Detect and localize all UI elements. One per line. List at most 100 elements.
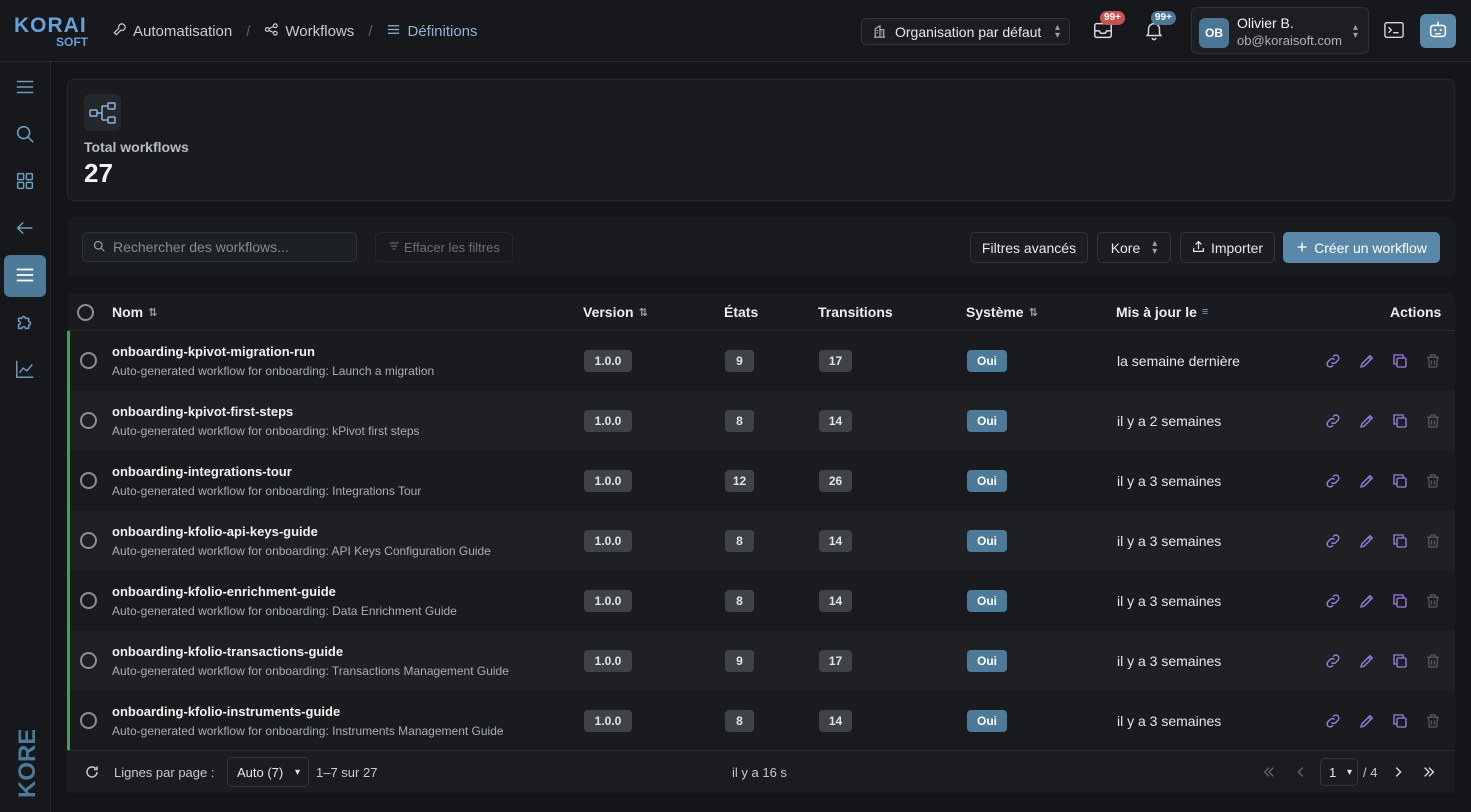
page-select[interactable]: 1 ▾ [1320,758,1358,786]
breadcrumb-workflows[interactable]: Workflows [264,22,354,41]
source-filter-select[interactable]: Kore ▴ ▾ [1097,232,1171,263]
duplicate-icon[interactable] [1390,351,1410,371]
delete-icon[interactable] [1423,411,1443,431]
advanced-filters-button[interactable]: Filtres avancés [970,232,1088,263]
organization-select[interactable]: Organisation par défaut ▴ ▾ [861,18,1070,45]
link-icon[interactable] [1323,711,1343,731]
updated-at: il y a 3 semaines [1117,593,1222,609]
sidebar-item-integrations[interactable] [4,302,46,344]
link-icon[interactable] [1323,531,1343,551]
row-checkbox[interactable] [80,352,97,369]
clear-filters-button[interactable]: Effacer les filtres [375,232,513,262]
sidebar-item-analytics[interactable] [4,349,46,391]
edit-icon[interactable] [1357,351,1377,371]
select-all-checkbox[interactable] [77,304,94,321]
link-icon[interactable] [1323,411,1343,431]
table-row[interactable]: onboarding-kfolio-api-keys-guide Auto-gen… [67,511,1455,571]
delete-icon[interactable] [1423,591,1443,611]
chevron-down-icon: ▾ [1346,767,1352,778]
row-checkbox[interactable] [80,592,97,609]
workflow-name[interactable]: onboarding-kpivot-first-steps [112,404,293,419]
workflow-name[interactable]: onboarding-kpivot-migration-run [112,344,315,359]
import-button[interactable]: Importer [1180,232,1275,263]
logo[interactable]: KORAI SOFT [14,14,94,50]
sidebar-item-collapse[interactable] [4,208,46,250]
column-updated[interactable]: Mis à jour le ≡ [1116,304,1208,320]
workflow-name[interactable]: onboarding-integrations-tour [112,464,292,479]
workflow-name[interactable]: onboarding-kfolio-api-keys-guide [112,524,318,539]
total-pages: / 4 [1363,765,1378,780]
first-page-icon [1263,767,1274,777]
inbox-button[interactable]: 99+ [1090,11,1125,44]
edit-icon[interactable] [1357,411,1377,431]
updated-at: il y a 3 semaines [1117,713,1222,729]
system-badge: Oui [967,530,1007,552]
sort-icon: ⇅ [638,306,648,319]
edit-icon[interactable] [1357,531,1377,551]
link-icon[interactable] [1323,351,1343,371]
row-checkbox[interactable] [80,412,97,429]
table-row[interactable]: onboarding-kfolio-enrichment-guide Auto-g… [67,571,1455,631]
row-checkbox[interactable] [80,472,97,489]
create-workflow-button[interactable]: Créer un workflow [1283,232,1440,263]
assistant-button[interactable] [1420,14,1456,48]
user-menu[interactable]: OB Olivier B. ob@koraisoft.com ▴ ▾ [1191,7,1369,54]
breadcrumb-automatisation[interactable]: Automatisation [112,22,232,41]
duplicate-icon[interactable] [1390,411,1410,431]
delete-icon[interactable] [1423,711,1443,731]
last-page-button[interactable] [1420,763,1438,781]
sidebar-item-search[interactable] [4,114,46,156]
edit-icon[interactable] [1357,591,1377,611]
link-icon[interactable] [1323,471,1343,491]
duplicate-icon[interactable] [1390,591,1410,611]
rows-per-page-value: Auto (7) [237,764,284,780]
logo-subtext: SOFT [56,35,88,49]
delete-icon[interactable] [1423,351,1443,371]
row-checkbox[interactable] [80,652,97,669]
search-input[interactable] [113,239,353,255]
duplicate-icon[interactable] [1390,471,1410,491]
edit-icon[interactable] [1357,651,1377,671]
table-row[interactable]: onboarding-kpivot-first-steps Auto-genera… [67,391,1455,451]
column-system[interactable]: Système ⇅ [966,304,1038,320]
notifications-button[interactable]: 99+ [1141,11,1176,44]
refresh-button[interactable] [83,763,101,781]
table-row[interactable]: onboarding-kfolio-instruments-guide Auto-… [67,691,1455,751]
breadcrumb-separator: / [368,22,373,40]
rows-per-page-select[interactable]: Auto (7) ▾ [227,757,309,787]
table-row[interactable]: onboarding-kpivot-migration-run Auto-gene… [67,331,1455,391]
link-icon[interactable] [1323,651,1343,671]
column-label: Nom [112,304,144,320]
duplicate-icon[interactable] [1390,531,1410,551]
next-page-button[interactable] [1389,763,1407,781]
sidebar-item-dashboard[interactable] [4,161,46,203]
table-row[interactable]: onboarding-integrations-tour Auto-generat… [67,451,1455,511]
link-icon[interactable] [1323,591,1343,611]
column-transitions: Transitions [818,304,893,320]
first-page-button[interactable] [1260,763,1278,781]
sidebar-item-workflows[interactable] [4,255,46,297]
column-version[interactable]: Version ⇅ [583,304,648,320]
delete-icon[interactable] [1423,651,1443,671]
workflow-name[interactable]: onboarding-kfolio-enrichment-guide [112,584,336,599]
breadcrumb-definitions[interactable]: Définitions [386,22,478,41]
sort-desc-icon: ≡ [1201,306,1209,318]
row-checkbox[interactable] [80,712,97,729]
edit-icon[interactable] [1357,471,1377,491]
workflow-name[interactable]: onboarding-kfolio-instruments-guide [112,704,340,719]
duplicate-icon[interactable] [1390,711,1410,731]
workflow-name[interactable]: onboarding-kfolio-transactions-guide [112,644,343,659]
terminal-button[interactable] [1383,20,1407,42]
grid-icon [14,170,36,195]
delete-icon[interactable] [1423,471,1443,491]
row-checkbox[interactable] [80,532,97,549]
edit-icon[interactable] [1357,711,1377,731]
table-row[interactable]: onboarding-kfolio-transactions-guide Auto… [67,631,1455,691]
workflow-description: Auto-generated workflow for onboarding: … [112,484,422,498]
workflow-description: Auto-generated workflow for onboarding: … [112,544,491,558]
duplicate-icon[interactable] [1390,651,1410,671]
delete-icon[interactable] [1423,531,1443,551]
sidebar-item-menu[interactable] [4,67,46,109]
prev-page-button[interactable] [1292,763,1310,781]
column-name[interactable]: Nom ⇅ [112,304,157,320]
